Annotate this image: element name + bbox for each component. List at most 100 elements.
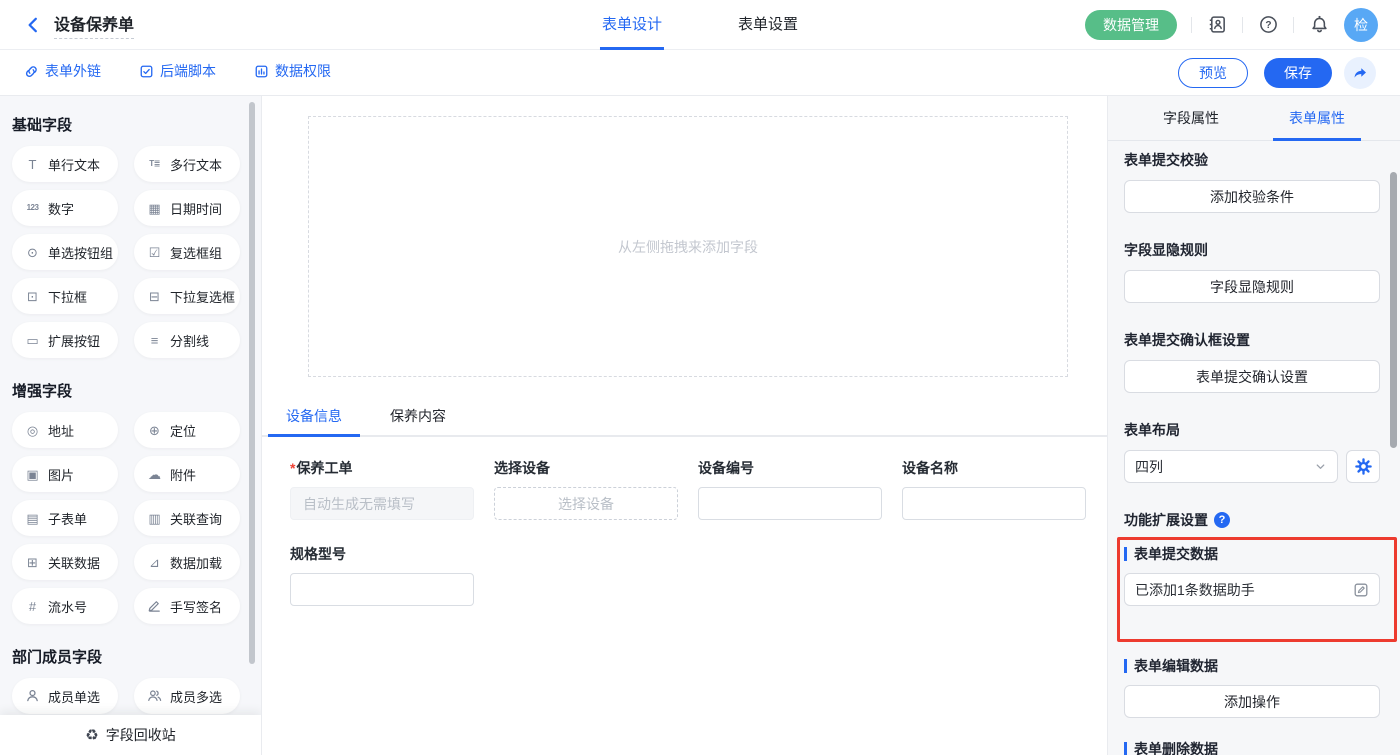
field-pill-复选框组[interactable]: ☑复选框组: [134, 234, 240, 270]
field-pill-label: 日期时间: [170, 199, 222, 218]
field-pill-下拉框[interactable]: ⊡下拉框: [12, 278, 118, 314]
field-palette-sidebar: 基础字段T单行文本T≣多行文本123数字▦日期时间⊙单选按钮组☑复选框组⊡下拉框…: [0, 96, 262, 755]
field-pill-关联数据[interactable]: ⊞ 关联数据: [12, 544, 118, 580]
field-pill-多行文本[interactable]: T≣ 多行文本: [134, 146, 240, 182]
palette-section-title: 部门成员字段: [12, 646, 237, 667]
field-label: 规格型号: [290, 544, 474, 564]
back-button[interactable]: [22, 14, 44, 36]
field-pill-label: 关联数据: [48, 553, 100, 572]
field-pill-label: 下拉复选框: [170, 287, 235, 306]
field-dropzone[interactable]: 从左侧拖拽来添加字段: [308, 116, 1068, 377]
field-pill-下拉复选框[interactable]: ⊟下拉复选框: [134, 278, 240, 314]
field-input[interactable]: [290, 573, 474, 606]
field-pill-label: 关联查询: [170, 509, 222, 528]
panel-button-表单编辑数据[interactable]: 添加操作: [1124, 685, 1380, 718]
field-pill-关联查询[interactable]: ▥关联查询: [134, 500, 240, 536]
page-title[interactable]: 设备保养单: [54, 11, 134, 39]
avatar[interactable]: 检: [1344, 8, 1378, 42]
layout-settings-button[interactable]: [1346, 450, 1380, 483]
data-assistant-field[interactable]: 已添加1条数据助手: [1124, 573, 1380, 606]
preview-button[interactable]: 预览: [1178, 58, 1248, 88]
canvas-tabs: 设备信息保养内容: [262, 396, 1107, 437]
field-recycle-bin[interactable]: ♻ 字段回收站: [0, 715, 261, 755]
canvas-tab-保养内容[interactable]: 保养内容: [382, 396, 454, 435]
edit-icon[interactable]: [1353, 582, 1369, 598]
script-icon: [139, 64, 154, 79]
palette-section: 部门成员字段成员单选 成员多选: [12, 646, 237, 714]
field-pill-数字[interactable]: 123数字: [12, 190, 118, 226]
bell-icon[interactable]: [1308, 14, 1330, 36]
help-icon[interactable]: ?: [1257, 14, 1279, 36]
field-pill-label: 成员单选: [48, 687, 100, 706]
divider: [1242, 17, 1243, 33]
field-pill-单行文本[interactable]: T单行文本: [12, 146, 118, 182]
toolbar-link-数据权限[interactable]: 数据权限: [254, 61, 331, 81]
header-tab-form-settings[interactable]: 表单设置: [738, 0, 798, 50]
svg-text:?: ?: [1265, 20, 1271, 31]
form-field-设备编号[interactable]: 设备编号: [698, 458, 882, 520]
toolbar-link-表单外链[interactable]: 表单外链: [24, 61, 101, 81]
panel-tab-表单属性[interactable]: 表单属性: [1283, 96, 1351, 140]
panel-tabs: 字段属性 表单属性: [1108, 96, 1400, 141]
form-field-设备名称[interactable]: 设备名称: [902, 458, 1086, 520]
form-field-规格型号[interactable]: 规格型号: [290, 544, 474, 606]
field-pill-流水号[interactable]: #流水号: [12, 588, 118, 624]
panel-scrollbar[interactable]: [1390, 172, 1397, 448]
back-chevron-icon: [24, 16, 42, 34]
panel-section-form-layout: 表单布局四列: [1124, 420, 1380, 483]
palette-section: 基础字段T单行文本T≣多行文本123数字▦日期时间⊙单选按钮组☑复选框组⊡下拉框…: [12, 114, 237, 358]
data-manage-button[interactable]: 数据管理: [1085, 10, 1177, 40]
datetime-icon: ▦: [146, 202, 163, 215]
section-marker: [1124, 659, 1127, 673]
field-pill-附件[interactable]: ☁附件: [134, 456, 240, 492]
attachment-icon: ☁: [146, 468, 163, 481]
field-input[interactable]: [698, 487, 882, 520]
field-pill-label: 图片: [48, 465, 74, 484]
field-pill-扩展按钮[interactable]: ▭扩展按钮: [12, 322, 118, 358]
link-icon: [24, 64, 39, 79]
field-pill-成员多选[interactable]: 成员多选: [134, 678, 240, 714]
toolbar-link-后端脚本[interactable]: 后端脚本: [139, 61, 216, 81]
panel-button-添加校验条件[interactable]: 添加校验条件: [1124, 180, 1380, 213]
field-input[interactable]: 自动生成无需填写: [290, 487, 474, 520]
field-pill-定位[interactable]: ⊕定位: [134, 412, 240, 448]
field-pill-数据加载[interactable]: ⊿数据加载: [134, 544, 240, 580]
address-icon: ◎: [24, 424, 41, 437]
field-input[interactable]: [902, 487, 1086, 520]
single-line-text-icon: T: [24, 158, 41, 171]
save-button[interactable]: 保存: [1264, 58, 1332, 88]
panel-button-字段显隐规则[interactable]: 字段显隐规则: [1124, 270, 1380, 303]
address-book-icon[interactable]: [1206, 14, 1228, 36]
chevron-down-icon: [1314, 460, 1327, 473]
field-pill-分割线[interactable]: ≡分割线: [134, 322, 240, 358]
field-pill-成员单选[interactable]: 成员单选: [12, 678, 118, 714]
highlight-red-box: 表单提交数据已添加1条数据助手: [1117, 537, 1397, 642]
field-pill-日期时间[interactable]: ▦ 日期时间: [134, 190, 240, 226]
panel-button-表单提交确认设置[interactable]: 表单提交确认设置: [1124, 360, 1380, 393]
field-pill-label: 分割线: [170, 331, 209, 350]
field-pill-label: 扩展按钮: [48, 331, 100, 350]
panel-tab-字段属性[interactable]: 字段属性: [1157, 96, 1225, 140]
sidebar-scrollbar[interactable]: [249, 102, 255, 664]
field-pill-label: 多行文本: [170, 155, 222, 174]
panel-group-title: 表单提交数据: [1124, 544, 1380, 564]
field-pill-label: 数字: [48, 199, 74, 218]
field-pill-子表单[interactable]: ▤子表单: [12, 500, 118, 536]
share-button[interactable]: [1344, 57, 1376, 89]
field-pill-图片[interactable]: ▣图片: [12, 456, 118, 492]
multi-line-text-icon: T≣: [146, 160, 163, 168]
form-canvas: 从左侧拖拽来添加字段 设备信息保养内容 *保养工单自动生成无需填写选择设备选择设…: [262, 96, 1107, 755]
recycle-label: 字段回收站: [106, 725, 176, 745]
form-layout-select[interactable]: 四列: [1124, 450, 1338, 483]
field-pill-手写签名[interactable]: 手写签名: [134, 588, 240, 624]
field-pill-地址[interactable]: ◎地址: [12, 412, 118, 448]
field-pill-单选按钮组[interactable]: ⊙单选按钮组: [12, 234, 118, 270]
header-tab-form-design[interactable]: 表单设计: [602, 0, 662, 50]
field-input[interactable]: 选择设备: [494, 487, 678, 520]
canvas-tab-设备信息[interactable]: 设备信息: [278, 396, 350, 435]
panel-group-表单提交数据: 表单提交数据已添加1条数据助手: [1124, 544, 1380, 606]
help-circle-icon[interactable]: ?: [1214, 512, 1230, 528]
form-field-选择设备[interactable]: 选择设备选择设备: [494, 458, 678, 520]
relation-data-icon: ⊞: [24, 556, 41, 569]
form-field-保养工单[interactable]: *保养工单自动生成无需填写: [290, 458, 474, 520]
